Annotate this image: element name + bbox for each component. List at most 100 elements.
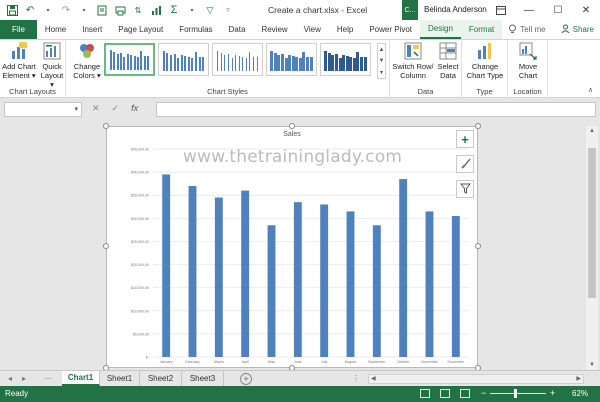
tab-home[interactable]: Home: [37, 20, 74, 39]
share-button[interactable]: Share: [555, 20, 600, 39]
bar[interactable]: [372, 225, 381, 357]
y-tick-label[interactable]: $15,000.00: [131, 286, 149, 290]
x-tick-label[interactable]: March: [214, 360, 224, 364]
tab-help[interactable]: Help: [329, 20, 361, 39]
y-tick-label[interactable]: $20,000.00: [131, 263, 149, 267]
gallery-down-icon[interactable]: ▼: [379, 58, 385, 64]
y-tick-label[interactable]: $45,000.00: [131, 148, 149, 152]
y-tick-label[interactable]: $30,000.00: [131, 217, 149, 221]
x-tick-label[interactable]: November: [421, 360, 438, 364]
sheet-tab-chart1[interactable]: Chart1: [62, 371, 100, 386]
change-chart-type-button[interactable]: Change Chart Type: [464, 42, 506, 80]
vertical-scrollbar[interactable]: ▲ ▼: [586, 126, 598, 370]
save-icon[interactable]: [5, 3, 19, 17]
chart-elements-button[interactable]: +: [456, 130, 474, 148]
tab-page-layout[interactable]: Page Layout: [110, 20, 171, 39]
chart-style-1[interactable]: [104, 43, 155, 76]
chart-style-5[interactable]: [320, 43, 371, 76]
scroll-right-icon[interactable]: ▶: [576, 375, 581, 382]
new-sheet-button[interactable]: +: [240, 373, 252, 385]
move-chart-button[interactable]: Move Chart: [511, 42, 545, 80]
scroll-tabs-left-icon[interactable]: ◂: [8, 374, 12, 383]
page-break-view-icon[interactable]: [460, 389, 470, 398]
tab-review[interactable]: Review: [253, 20, 295, 39]
tab-file[interactable]: File: [0, 20, 37, 39]
cancel-entry-icon[interactable]: ✕: [92, 103, 100, 114]
zoom-slider-knob[interactable]: [514, 389, 517, 398]
minimize-icon[interactable]: —: [514, 0, 544, 20]
y-tick-label[interactable]: $-: [146, 356, 150, 360]
x-tick-label[interactable]: July: [321, 360, 328, 364]
gallery-scroll[interactable]: ▲ ▼ ▾: [377, 43, 386, 79]
chart-icon[interactable]: [149, 3, 163, 17]
gallery-more-icon[interactable]: ▾: [380, 69, 383, 76]
x-tick-label[interactable]: September: [368, 360, 386, 364]
chart-resize-handle[interactable]: [475, 123, 481, 129]
sheet-tab-sheet2[interactable]: Sheet2: [140, 371, 182, 386]
add-chart-element-button[interactable]: Add Chart Element ▾: [2, 42, 36, 80]
tab-split-icon[interactable]: ⋮: [352, 374, 360, 383]
zoom-level[interactable]: 62%: [572, 389, 588, 398]
print-preview-icon[interactable]: [113, 3, 127, 17]
confirm-entry-icon[interactable]: ✓: [112, 103, 120, 114]
y-tick-label[interactable]: $5,000.00: [133, 332, 149, 336]
bar[interactable]: [214, 197, 223, 357]
chart-resize-handle[interactable]: [475, 243, 481, 249]
chart-area[interactable]: Sales $45,000.00 $40,000.00 $35,000.00 $30,…: [106, 126, 478, 368]
bar[interactable]: [162, 174, 171, 357]
name-box[interactable]: ▾: [4, 102, 82, 117]
y-tick-label[interactable]: $10,000.00: [131, 309, 149, 313]
x-tick-label[interactable]: October: [397, 360, 411, 364]
bar[interactable]: [188, 185, 197, 357]
chevron-down-icon[interactable]: ▾: [74, 105, 78, 113]
x-tick-label[interactable]: May: [268, 360, 275, 364]
x-tick-label[interactable]: January: [160, 360, 173, 364]
zoom-in-button[interactable]: +: [550, 388, 555, 398]
bar[interactable]: [399, 179, 408, 357]
y-tick-label[interactable]: $25,000.00: [131, 240, 149, 244]
scroll-left-icon[interactable]: ◀: [371, 375, 376, 382]
sort-icon[interactable]: ⇅: [131, 3, 145, 17]
chart-resize-handle[interactable]: [103, 243, 109, 249]
x-tick-label[interactable]: June: [294, 360, 302, 364]
scroll-down-icon[interactable]: ▼: [589, 362, 595, 368]
chart-style-2[interactable]: [158, 43, 209, 76]
autosum-icon[interactable]: Σ: [167, 3, 181, 17]
page-layout-view-icon[interactable]: [440, 389, 450, 398]
chart-style-4[interactable]: [266, 43, 317, 76]
vertical-scroll-thumb[interactable]: [588, 148, 596, 298]
bar[interactable]: [425, 211, 434, 357]
tab-formulas[interactable]: Formulas: [171, 20, 220, 39]
chevron-down-icon[interactable]: ▾: [185, 3, 199, 17]
maximize-icon[interactable]: ☐: [543, 0, 573, 20]
open-file-icon[interactable]: [95, 3, 109, 17]
quick-layout-button[interactable]: Quick Layout ▾: [38, 42, 66, 89]
horizontal-scrollbar[interactable]: ◀ ▶: [368, 374, 584, 384]
gallery-up-icon[interactable]: ▲: [379, 47, 385, 53]
scroll-tabs-right-icon[interactable]: ▸: [22, 374, 26, 383]
select-data-button[interactable]: Select Data: [435, 42, 461, 80]
bar[interactable]: [451, 216, 460, 357]
scroll-up-icon[interactable]: ▲: [589, 128, 595, 134]
ribbon-display-options-icon[interactable]: [486, 0, 516, 20]
tab-view[interactable]: View: [296, 20, 329, 39]
chart-style-3[interactable]: [212, 43, 263, 76]
zoom-out-button[interactable]: −: [481, 388, 486, 398]
bar[interactable]: [267, 225, 276, 357]
chart-styles-button[interactable]: [456, 155, 474, 173]
customize-qat-icon[interactable]: ▿: [221, 3, 235, 17]
chart-resize-handle[interactable]: [289, 123, 295, 129]
chevron-down-icon[interactable]: ▾: [41, 3, 55, 17]
y-tick-label[interactable]: $35,000.00: [131, 194, 149, 198]
formula-input[interactable]: [156, 102, 596, 117]
tab-insert[interactable]: Insert: [74, 20, 110, 39]
bar[interactable]: [241, 190, 250, 357]
chevron-down-icon[interactable]: ▾: [77, 3, 91, 17]
bar[interactable]: [320, 204, 329, 357]
filter-icon[interactable]: ▽: [203, 3, 217, 17]
sheet-tab-sheet1[interactable]: Sheet1: [100, 371, 140, 386]
redo-icon[interactable]: ↷: [59, 3, 73, 17]
tab-data[interactable]: Data: [221, 20, 254, 39]
tell-me-search[interactable]: Tell me: [502, 20, 551, 39]
zoom-slider[interactable]: [490, 393, 546, 394]
